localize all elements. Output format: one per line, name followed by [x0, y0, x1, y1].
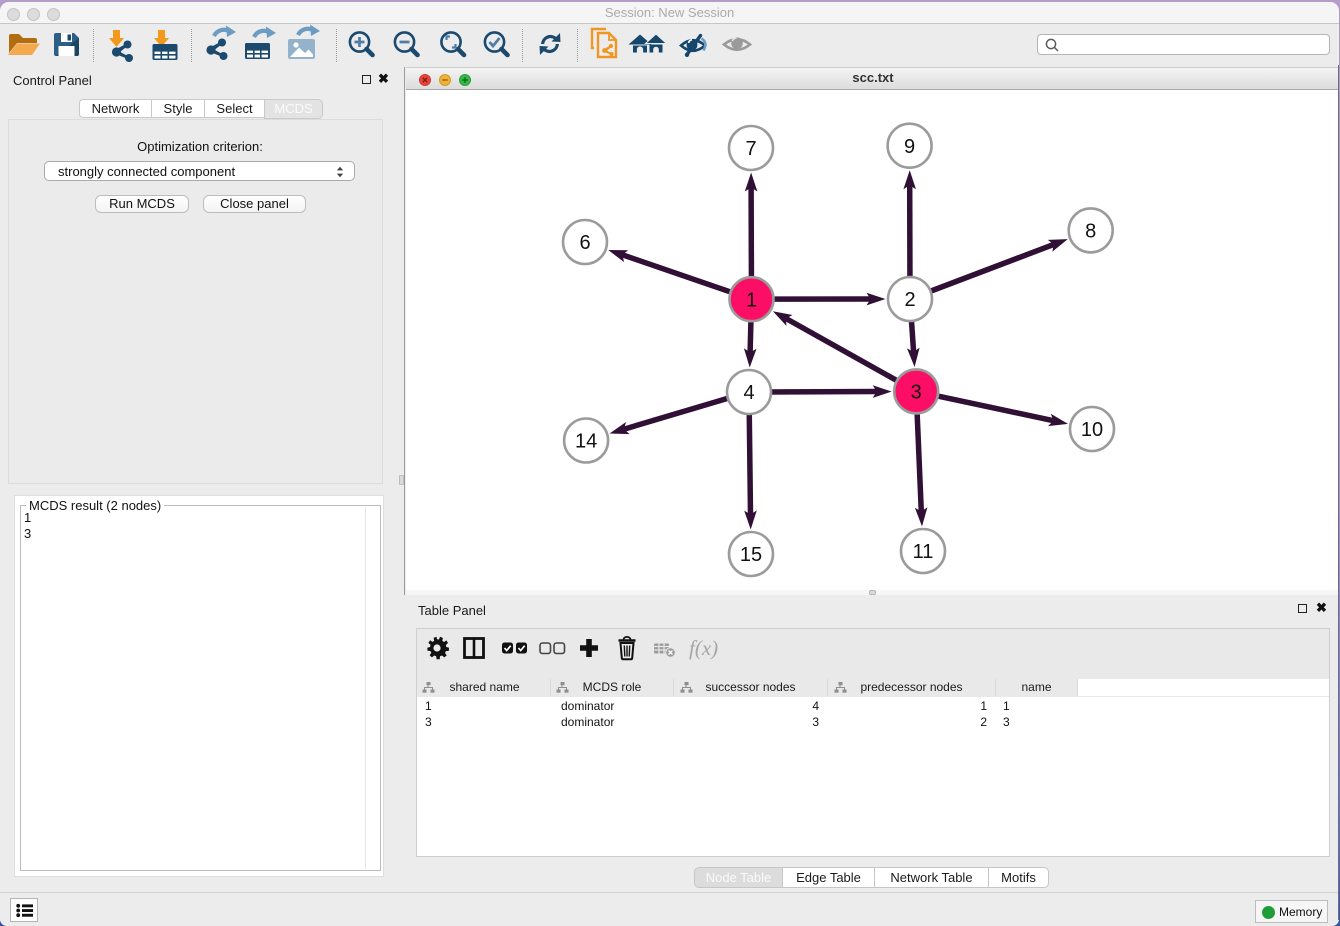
svg-text:15: 15 — [740, 544, 762, 566]
svg-text:1: 1 — [746, 289, 757, 311]
svg-text:10: 10 — [1081, 419, 1103, 441]
svg-text:6: 6 — [579, 232, 590, 254]
svg-text:4: 4 — [743, 382, 754, 404]
svg-text:7: 7 — [745, 138, 756, 160]
svg-text:8: 8 — [1085, 221, 1096, 243]
svg-text:f(x): f(x) — [689, 636, 718, 660]
svg-text:14: 14 — [575, 431, 597, 453]
svg-text:3: 3 — [911, 382, 922, 404]
svg-text:2: 2 — [904, 289, 915, 311]
svg-text:11: 11 — [913, 541, 934, 563]
svg-text:9: 9 — [904, 136, 915, 158]
